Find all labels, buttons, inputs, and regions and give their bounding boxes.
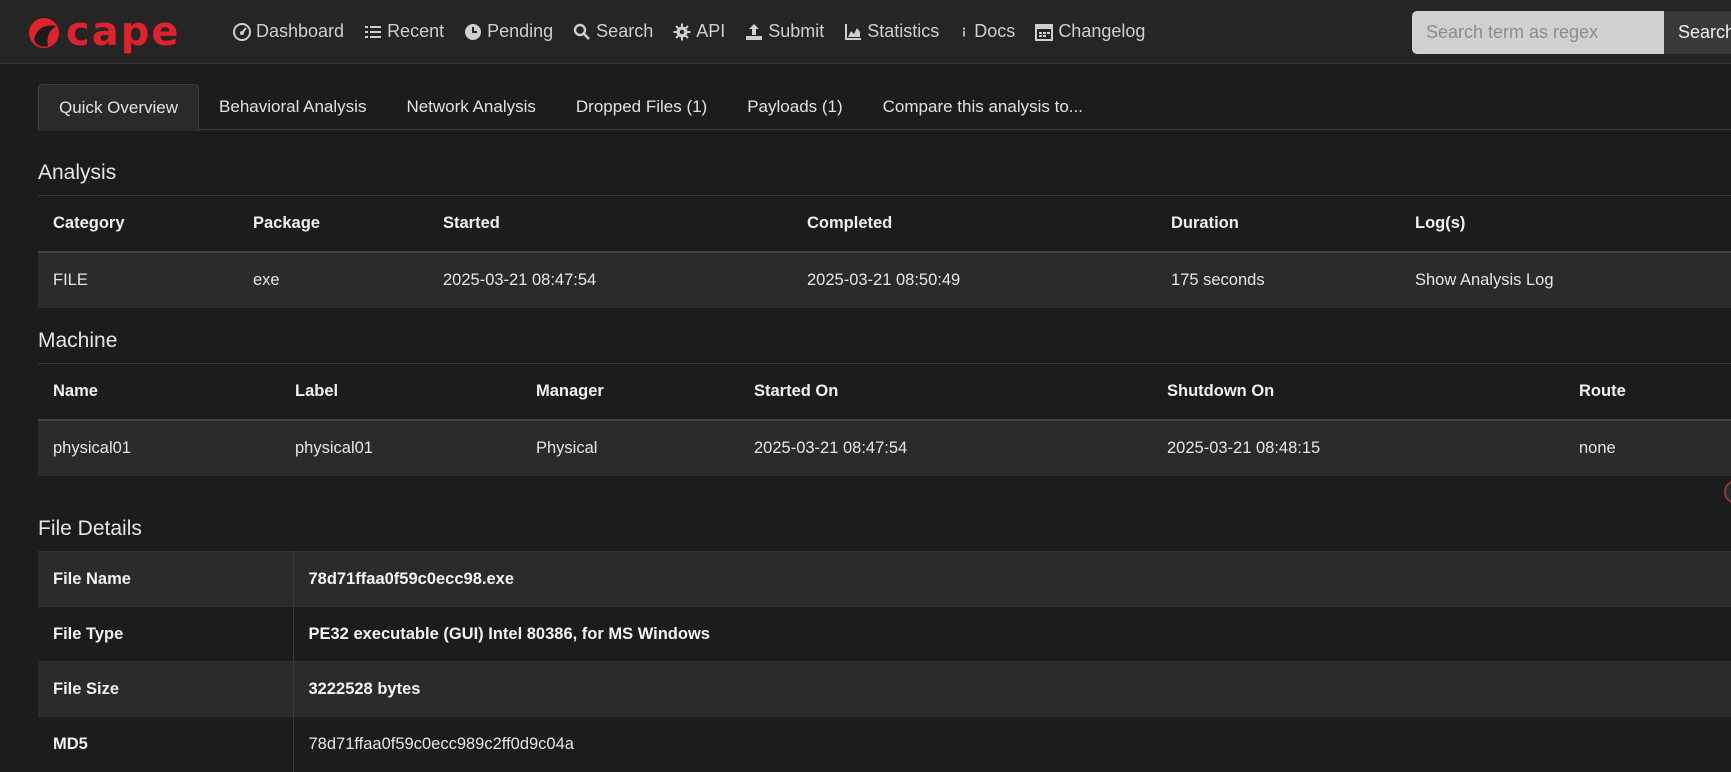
brand-logo[interactable]: cape: [26, 10, 206, 54]
column-header: Started: [428, 195, 792, 253]
machine-shutdown-on: 2025-03-21 08:48:15: [1152, 419, 1564, 476]
file-type-key: File Type: [38, 606, 294, 662]
machine-table: Name Label Manager Started On Shutdown O…: [38, 363, 1731, 476]
nav-item-api[interactable]: API: [673, 21, 725, 42]
tab-compare-analysis[interactable]: Compare this analysis to...: [863, 84, 1103, 130]
search-button[interactable]: Search: [1664, 11, 1731, 54]
cape-logo-icon: [29, 17, 59, 48]
list-icon: [365, 25, 382, 38]
nav-menu: Dashboard Recent Pending Search API Subm…: [233, 21, 1165, 42]
show-analysis-log-link[interactable]: Show Analysis Log: [1400, 251, 1731, 308]
machine-label: physical01: [280, 419, 521, 476]
machine-manager: Physical: [521, 419, 739, 476]
machine-started-on: 2025-03-21 08:47:54: [739, 419, 1152, 476]
nav-item-dashboard[interactable]: Dashboard: [233, 21, 344, 42]
analysis-table: Category Package Started Completed Durat…: [38, 195, 1731, 308]
column-header: Package: [238, 195, 428, 253]
column-header: Route: [1564, 363, 1731, 421]
file-size-key: File Size: [38, 661, 294, 717]
column-header: Completed: [792, 195, 1156, 253]
column-header: Shutdown On: [1152, 363, 1564, 421]
file-details-section-title: File Details: [38, 517, 142, 540]
table-row: MD5 78d71ffaa0f59c0ecc989c2ff0d9c04a: [38, 716, 1731, 772]
column-header: Label: [280, 363, 521, 421]
analysis-duration: 175 seconds: [1156, 251, 1400, 308]
nav-item-search[interactable]: Search: [573, 21, 653, 42]
nav-search-form: Search: [1412, 11, 1731, 54]
nav-item-docs[interactable]: Docs: [959, 21, 1015, 42]
file-name-key: File Name: [38, 551, 294, 607]
file-type-value: PE32 executable (GUI) Intel 80386, for M…: [293, 606, 1731, 662]
analysis-section-title: Analysis: [38, 161, 117, 184]
table-row: FILE exe 2025-03-21 08:47:54 2025-03-21 …: [38, 251, 1731, 308]
upload-icon: [746, 23, 763, 40]
analysis-tabs: Quick Overview Behavioral Analysis Netwo…: [38, 84, 1731, 131]
tab-behavioral-analysis[interactable]: Behavioral Analysis: [199, 84, 386, 130]
search-icon: [573, 23, 591, 40]
column-header: Manager: [521, 363, 739, 421]
column-header: Log(s): [1400, 195, 1731, 253]
tab-dropped-files[interactable]: Dropped Files (1): [556, 84, 727, 130]
analysis-started: 2025-03-21 08:47:54: [428, 251, 792, 308]
chart-icon: [845, 23, 862, 40]
column-header: Duration: [1156, 195, 1400, 253]
scroll-to-top-icon[interactable]: [1724, 480, 1731, 504]
dashboard-icon: [233, 22, 251, 41]
analysis-category: FILE: [38, 251, 238, 308]
brand-name: cape: [66, 8, 181, 55]
tab-network-analysis[interactable]: Network Analysis: [386, 84, 555, 130]
nav-item-submit[interactable]: Submit: [745, 21, 824, 42]
file-size-value: 3222528 bytes: [293, 661, 1731, 717]
machine-name: physical01: [38, 419, 280, 476]
table-row: physical01 physical01 Physical 2025-03-2…: [38, 419, 1731, 476]
column-header: Name: [38, 363, 280, 421]
machine-route: none: [1564, 419, 1731, 476]
calendar-icon: [1035, 23, 1054, 41]
file-name-value: 78d71ffaa0f59c0ecc98.exe: [293, 551, 1731, 607]
clock-icon: [465, 23, 482, 40]
table-row: File Name 78d71ffaa0f59c0ecc98.exe: [38, 551, 1731, 607]
tab-payloads[interactable]: Payloads (1): [727, 84, 862, 130]
table-row: File Size 3222528 bytes: [38, 661, 1731, 717]
md5-value: 78d71ffaa0f59c0ecc989c2ff0d9c04a: [293, 716, 1731, 772]
navbar: cape Dashboard Recent Pending Search API…: [0, 0, 1731, 64]
nav-item-pending[interactable]: Pending: [464, 21, 553, 42]
column-header: Started On: [739, 363, 1152, 421]
analysis-package: exe: [238, 251, 428, 308]
table-row: File Type PE32 executable (GUI) Intel 80…: [38, 606, 1731, 662]
analysis-header-row: Category Package Started Completed Durat…: [38, 195, 1731, 253]
tab-quick-overview[interactable]: Quick Overview: [38, 84, 200, 131]
search-input[interactable]: [1412, 11, 1664, 54]
machine-header-row: Name Label Manager Started On Shutdown O…: [38, 363, 1731, 421]
info-icon: [963, 27, 966, 36]
column-header: Category: [38, 195, 238, 253]
md5-key: MD5: [38, 716, 294, 772]
nav-item-recent[interactable]: Recent: [364, 21, 444, 42]
machine-section-title: Machine: [38, 329, 118, 352]
analysis-completed: 2025-03-21 08:50:49: [792, 251, 1156, 308]
nav-item-changelog[interactable]: Changelog: [1035, 21, 1145, 42]
nav-item-statistics[interactable]: Statistics: [844, 21, 939, 42]
file-details-table: File Name 78d71ffaa0f59c0ecc98.exe File …: [38, 551, 1731, 772]
gear-icon: [673, 23, 691, 40]
